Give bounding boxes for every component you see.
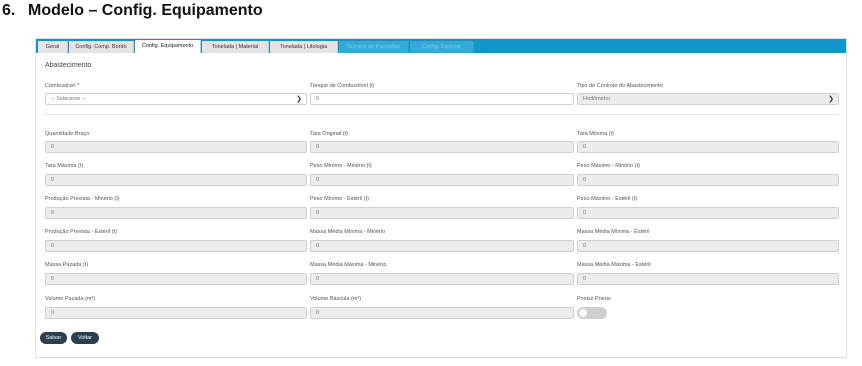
possui-pneus-toggle[interactable]: [577, 307, 607, 319]
tipo-controle-select[interactable]: Hodômetro ❯: [577, 93, 839, 105]
tara-original-label: Tara Original (t): [310, 131, 348, 137]
peso-min-minerio-label: Peso Mínimo - Minério (t): [310, 163, 372, 169]
tara-minima-label: Tara Mínima (t): [577, 131, 614, 137]
back-button[interactable]: Voltar: [71, 332, 99, 344]
peso-min-minerio-input[interactable]: 0: [310, 174, 574, 186]
tab-numero-passadas: Número de Passadas: [339, 41, 409, 53]
combustivel-label: Combustível *: [45, 83, 80, 89]
tanque-input[interactable]: 0: [310, 93, 574, 105]
peso-min-esteril-label: Peso Mínimo - Estéril (t): [310, 196, 369, 202]
massa-media-max-minerio-input[interactable]: 0: [310, 273, 574, 285]
peso-max-esteril-label: Peso Máximo - Estéril (t): [577, 196, 638, 202]
massa-pazada-label: Massa Pazada (t): [45, 262, 89, 268]
volume-pazada-label: Volume Pazada (m³): [45, 296, 96, 302]
combustivel-value: -- Selecione --: [51, 96, 86, 102]
tab-config-explorer: Config. Explorer: [410, 41, 474, 53]
producao-prev-esteril-label: Produção Prevista - Estéril (t): [45, 229, 117, 235]
combustivel-select[interactable]: -- Selecione -- ❯: [45, 93, 307, 105]
tipo-controle-value: Hodômetro: [583, 96, 611, 102]
massa-media-max-esteril-input[interactable]: 0: [577, 273, 839, 285]
volume-bascula-label: Volume Báscula (m³): [310, 296, 362, 302]
massa-media-max-esteril-label: Massa Média Máxima - Estéril: [577, 262, 651, 268]
tara-maxima-input[interactable]: 0: [45, 174, 307, 186]
possui-pneus-label: Possui Pneus: [577, 296, 611, 302]
volume-pazada-input[interactable]: 0: [45, 307, 307, 319]
tab-tonelada-material[interactable]: Tonelada | Material: [202, 41, 269, 53]
tipo-controle-label: Tipo de Controle do Abastecimento: [577, 83, 663, 89]
document-heading: 6. Modelo – Config. Equipamento: [2, 2, 263, 20]
tanque-label: Tanque de Combustível (l): [310, 83, 375, 89]
massa-media-min-minerio-input[interactable]: 0: [310, 240, 574, 252]
volume-bascula-input[interactable]: 0: [310, 307, 574, 319]
producao-prev-minerio-label: Produção Prevista - Minério (t): [45, 196, 120, 202]
chevron-down-icon: ❯: [296, 96, 302, 103]
save-button[interactable]: Salvar: [40, 332, 67, 344]
section-divider: [45, 114, 839, 115]
quantidade-braco-input[interactable]: 0: [45, 141, 307, 153]
tara-minima-input[interactable]: 0: [577, 141, 839, 153]
peso-max-minerio-input[interactable]: 0: [577, 174, 839, 186]
peso-max-minerio-label: Peso Máximo - Minério (t): [577, 163, 640, 169]
quantidade-braco-label: Quantidade Braço: [45, 131, 90, 137]
form-card: Geral Config. Comp. Bordo Config. Equipa…: [35, 38, 847, 358]
massa-media-min-minerio-label: Massa Média Mínima - Minério: [310, 229, 386, 235]
tab-bar: Geral Config. Comp. Bordo Config. Equipa…: [36, 39, 846, 53]
producao-prev-minerio-input[interactable]: 0: [45, 207, 307, 219]
massa-pazada-input[interactable]: 0: [45, 273, 307, 285]
tab-config-equipamento[interactable]: Config. Equipamento: [135, 40, 201, 53]
tab-geral[interactable]: Geral: [38, 41, 68, 53]
tara-original-input[interactable]: 0: [310, 141, 574, 153]
section-title: Modelo – Config. Equipamento: [28, 2, 263, 19]
producao-prev-esteril-input[interactable]: 0: [45, 240, 307, 252]
peso-max-esteril-input[interactable]: 0: [577, 207, 839, 219]
peso-min-esteril-input[interactable]: 0: [310, 207, 574, 219]
tab-config-comp-bordo[interactable]: Config. Comp. Bordo: [69, 41, 134, 53]
chevron-down-icon: ❯: [828, 96, 834, 103]
massa-media-max-minerio-label: Massa Média Máxima - Minério: [310, 262, 387, 268]
tara-maxima-label: Tara Máxima (t): [45, 163, 84, 169]
section-number: 6.: [2, 2, 16, 19]
tab-tonelada-litologia[interactable]: Tonelada | Litologia: [270, 41, 338, 53]
toggle-knob: [579, 309, 587, 317]
massa-media-min-esteril-label: Massa Média Mínima - Estéril: [577, 229, 650, 235]
section-abastecimento-title: Abastecimento: [45, 62, 92, 69]
massa-media-min-esteril-input[interactable]: 0: [577, 240, 839, 252]
